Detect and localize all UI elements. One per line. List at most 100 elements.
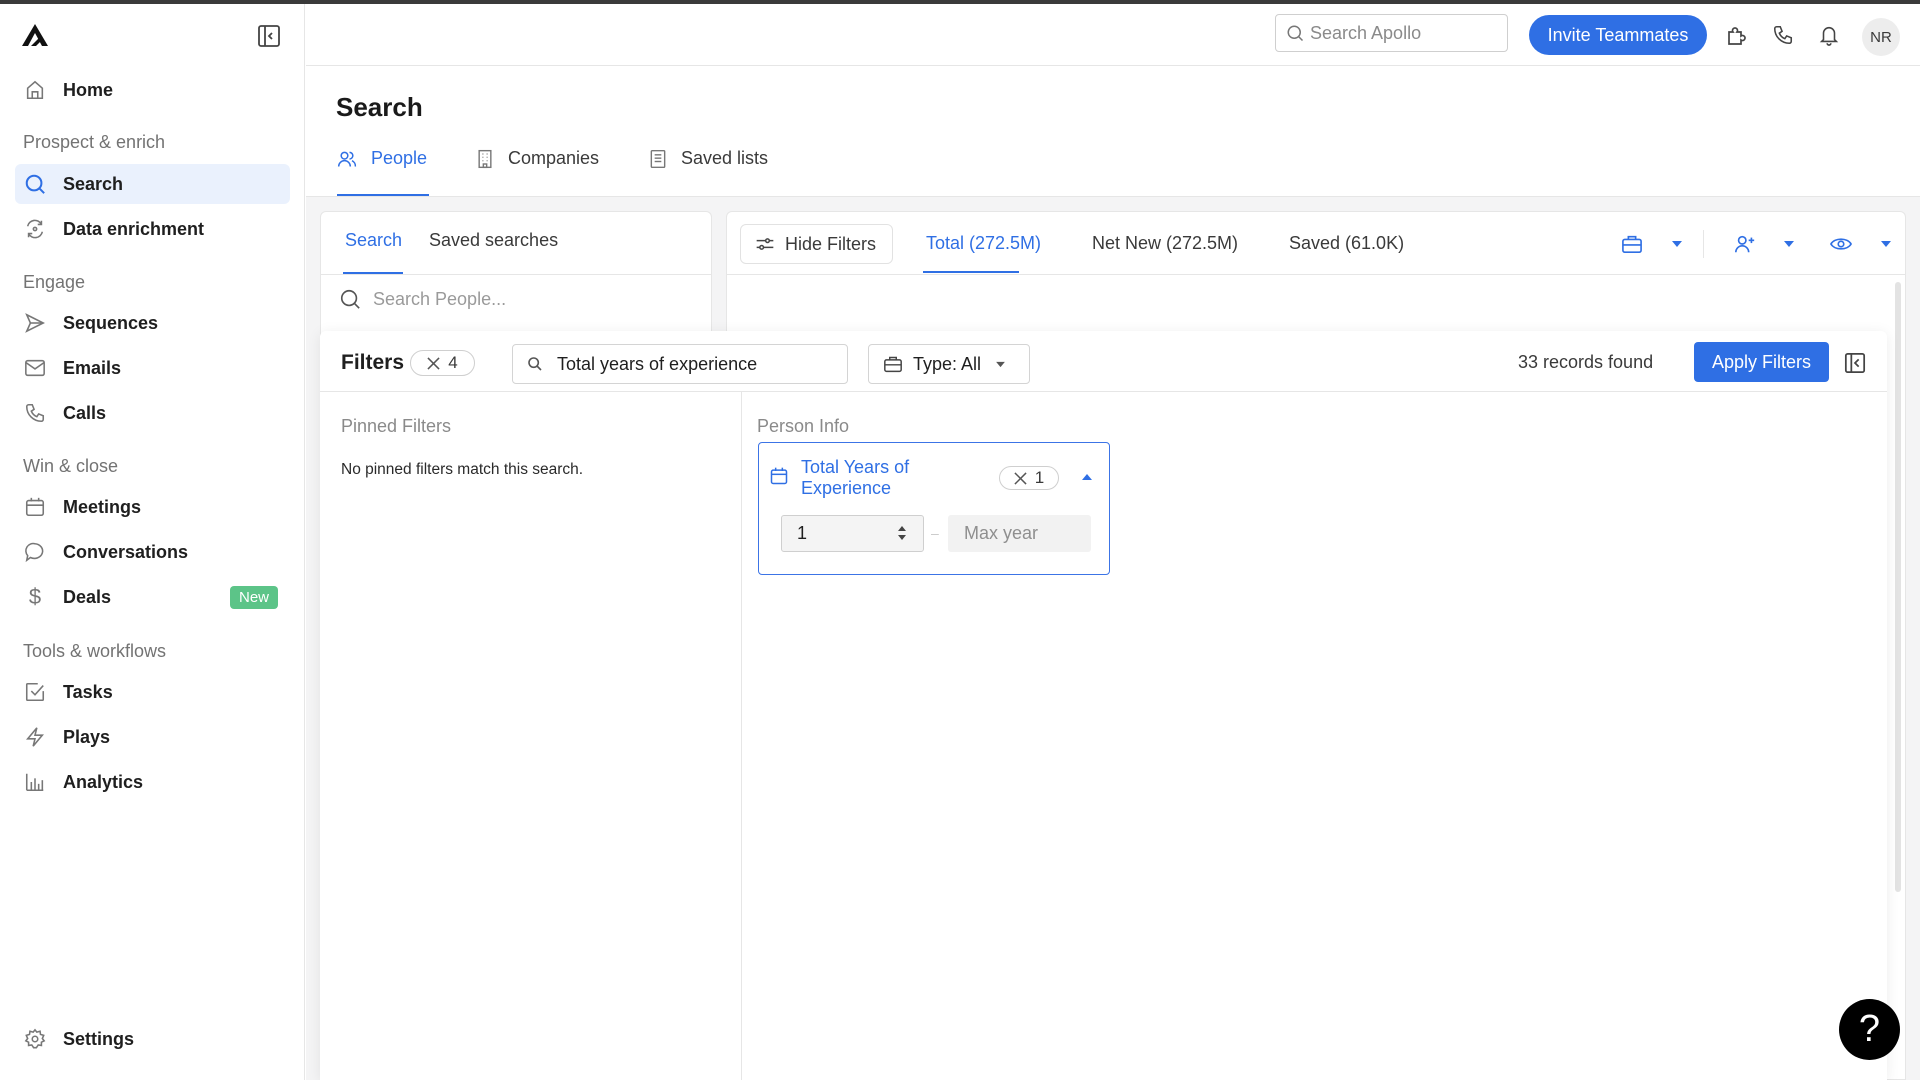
tab-label: Companies (508, 148, 600, 168)
apollo-logo-icon[interactable] (20, 22, 50, 48)
hide-filters-label: Hide Filters (785, 233, 877, 254)
phone-icon (23, 401, 47, 425)
caret-down-icon (1672, 241, 1682, 247)
filter-title[interactable]: Total Years of Experience (801, 457, 961, 499)
sidebar: Home Prospect & enrich Search Data enric… (0, 4, 305, 1080)
refresh-icon (23, 217, 47, 241)
list-icon (649, 149, 667, 169)
results-scrollbar[interactable] (1895, 282, 1901, 892)
tab-search[interactable]: Search (345, 230, 402, 251)
clear-filter-chip[interactable]: 1 (999, 466, 1059, 490)
collapse-sidebar-icon[interactable] (257, 24, 281, 48)
briefcase-dropdown-button[interactable] (1621, 232, 1683, 256)
close-icon (427, 356, 440, 370)
tab-total[interactable]: Total (272.5M) (926, 233, 1041, 254)
min-years-value: 1 (797, 523, 808, 543)
apply-filters-button[interactable]: Apply Filters (1694, 342, 1829, 382)
hide-filters-button[interactable]: Hide Filters (740, 224, 893, 264)
bell-icon[interactable] (1816, 22, 1842, 48)
search-icon (1286, 24, 1304, 42)
sidebar-item-label: Meetings (63, 496, 142, 517)
tab-people[interactable]: People (337, 148, 430, 196)
sidebar-item-label: Plays (63, 726, 111, 747)
tab-label: Saved lists (681, 148, 769, 168)
sidebar-item-sequences[interactable]: Sequences (15, 303, 290, 343)
stepper-icon[interactable] (897, 525, 907, 541)
divider (741, 392, 742, 1080)
sliders-icon (755, 235, 775, 253)
caret-up-icon[interactable] (1081, 473, 1093, 481)
sidebar-item-plays[interactable]: Plays (15, 717, 290, 757)
caret-down-icon (1784, 241, 1794, 247)
sidebar-item-tasks[interactable]: Tasks (15, 672, 290, 712)
filters-title: Filters (341, 351, 405, 374)
briefcase-icon (883, 355, 903, 373)
caret-down-icon (995, 361, 1006, 368)
phone-icon[interactable] (1770, 22, 1796, 48)
chat-icon (23, 540, 47, 564)
tab-label: People (371, 148, 428, 168)
filter-count: 1 (1034, 468, 1045, 487)
mail-icon (23, 356, 47, 380)
search-people-placeholder: Search People... (373, 288, 507, 309)
sidebar-item-calls[interactable]: Calls (15, 393, 290, 433)
new-badge: New (229, 585, 278, 609)
add-person-dropdown-button[interactable] (1734, 232, 1795, 256)
tab-saved-searches[interactable]: Saved searches (429, 230, 558, 251)
view-options-dropdown-button[interactable] (1830, 232, 1892, 256)
top-header: Search Apollo Invite Teammates NR (306, 4, 1920, 66)
collapse-panel-icon[interactable] (1844, 352, 1866, 374)
bar-chart-icon (23, 770, 47, 794)
sidebar-item-label: Settings (63, 1028, 135, 1049)
toolbar-separator (1703, 230, 1704, 258)
filters-count: 4 (448, 353, 458, 372)
type-filter-label: Type: All (913, 353, 982, 374)
min-years-input[interactable]: 1 (781, 515, 924, 552)
checkbox-icon (23, 680, 47, 704)
filter-search-input[interactable]: Total years of experience (512, 344, 848, 384)
add-person-icon (1735, 235, 1755, 253)
records-found-count: 33 records found (1518, 352, 1654, 372)
gear-icon (23, 1027, 47, 1051)
filters-panel: Filters 4 Total years of experience Type… (320, 331, 1887, 1080)
tab-saved-lists[interactable]: Saved lists (649, 148, 768, 196)
invite-teammates-button[interactable]: Invite Teammates (1529, 15, 1707, 55)
sidebar-item-analytics[interactable]: Analytics (15, 762, 290, 802)
sidebar-item-deals[interactable]: $ Deals New (15, 577, 290, 617)
sidebar-item-emails[interactable]: Emails (15, 348, 290, 388)
sidebar-item-home[interactable]: Home (15, 70, 290, 110)
home-icon (23, 78, 47, 102)
help-button[interactable]: ? (1839, 999, 1900, 1060)
sidebar-item-label: Analytics (63, 771, 144, 792)
search-people-input[interactable]: Search People... (339, 288, 506, 310)
section-win-close: Win & close (23, 456, 119, 476)
tab-companies[interactable]: Companies (476, 148, 599, 196)
eye-icon (1830, 238, 1852, 250)
type-filter-dropdown[interactable]: Type: All (868, 344, 1030, 384)
user-avatar[interactable]: NR (1862, 18, 1900, 56)
search-icon (527, 356, 543, 372)
dollar-icon: $ (28, 584, 42, 609)
range-separator: – (931, 525, 939, 541)
sidebar-item-label: Sequences (63, 312, 159, 333)
person-info-heading: Person Info (757, 416, 850, 436)
briefcase-icon (1622, 235, 1642, 253)
divider (321, 274, 711, 275)
tab-net-new[interactable]: Net New (272.5M) (1092, 233, 1238, 254)
close-icon (1014, 471, 1027, 485)
sidebar-item-settings[interactable]: Settings (15, 1019, 290, 1059)
calendar-icon (769, 466, 789, 486)
sidebar-item-label: Tasks (63, 681, 113, 702)
search-icon (23, 172, 47, 196)
sidebar-item-search[interactable]: Search (15, 164, 290, 204)
puzzle-icon[interactable] (1724, 22, 1750, 48)
sidebar-item-conversations[interactable]: Conversations (15, 532, 290, 572)
sidebar-item-meetings[interactable]: Meetings (15, 487, 290, 527)
sidebar-item-data-enrichment[interactable]: Data enrichment (15, 209, 290, 249)
max-years-placeholder: Max year (964, 523, 1039, 543)
global-search-input[interactable]: Search Apollo (1275, 14, 1508, 52)
max-years-input[interactable]: Max year (948, 515, 1091, 552)
section-prospect-enrich: Prospect & enrich (23, 132, 166, 152)
clear-filters-chip[interactable]: 4 (410, 350, 475, 376)
tab-saved[interactable]: Saved (61.0K) (1289, 233, 1404, 254)
